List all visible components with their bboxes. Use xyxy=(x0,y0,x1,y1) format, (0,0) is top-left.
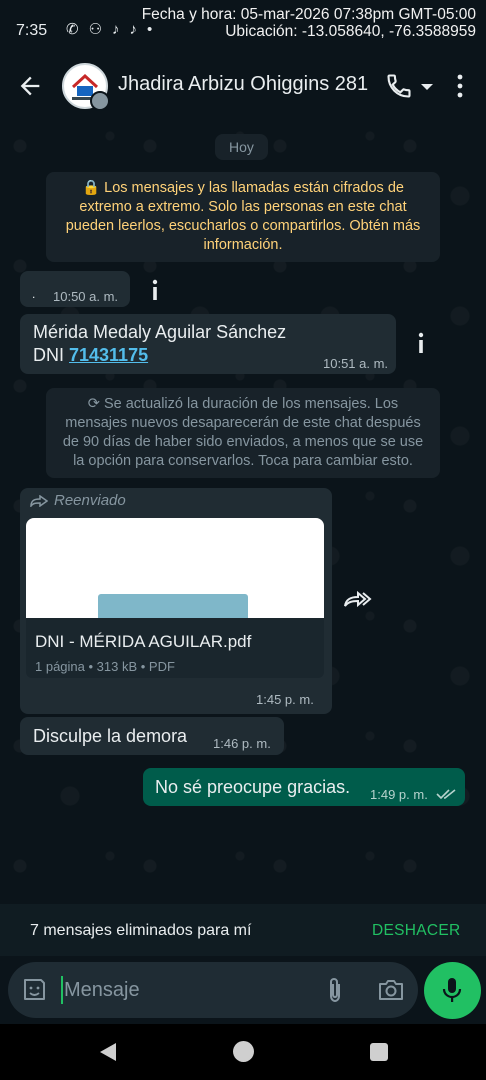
tiktok-icon: ♪ xyxy=(112,20,120,38)
message-text-dni: DNI 71431175 xyxy=(33,345,148,366)
document-info[interactable]: DNI - MÉRIDA AGUILAR.pdf 1 página • 313 … xyxy=(26,618,324,678)
message-time: 10:51 a. m. xyxy=(323,356,389,371)
stamp-location: Ubicación: -13.058640, -76.3588959 xyxy=(225,23,476,40)
nav-recents-icon[interactable] xyxy=(370,1043,388,1061)
disappearing-messages-notice[interactable]: ⟳ Se actualizó la duración de los mensaj… xyxy=(46,388,440,478)
tiktok-icon: ♪ xyxy=(129,20,138,38)
forward-icon[interactable] xyxy=(343,588,373,610)
day-divider: Hoy xyxy=(215,134,268,160)
nav-back-icon[interactable] xyxy=(98,1041,118,1063)
camera-icon[interactable] xyxy=(377,977,405,1003)
document-name: DNI - MÉRIDA AGUILAR.pdf xyxy=(35,632,252,651)
id-card-thumbnail xyxy=(98,594,248,618)
phone-number-link[interactable]: 71431175 xyxy=(69,345,148,365)
document-preview[interactable] xyxy=(26,518,324,618)
document-message[interactable]: Reenviado DNI - MÉRIDA AGUILAR.pdf 1 pág… xyxy=(20,488,332,714)
status-bar: 7:35 ✆ ⚇ ♪ ♪ • Fecha y hora: 05-mar-2026… xyxy=(0,0,486,58)
mic-icon xyxy=(442,978,462,1002)
timer-badge-icon xyxy=(90,91,110,111)
message-bubble[interactable]: Disculpe la demora 1:46 p. m. xyxy=(20,717,284,755)
chat-area[interactable]: Hoy 🔒 Los mensajes y las llamadas están … xyxy=(0,116,486,904)
status-time: 7:35 xyxy=(16,22,48,39)
kebab-icon[interactable] xyxy=(450,72,470,100)
mic-button[interactable] xyxy=(424,962,481,1019)
forwarded-icon xyxy=(30,494,48,507)
dni-prefix: DNI xyxy=(33,345,69,365)
stamp-date: Fecha y hora: 05-mar-2026 07:38pm GMT-05… xyxy=(141,6,476,23)
undo-button[interactable]: DESHACER xyxy=(372,922,461,940)
encryption-notice[interactable]: 🔒 Los mensajes y las llamadas están cifr… xyxy=(46,172,440,262)
paperclip-icon[interactable] xyxy=(324,976,346,1004)
message-time: 10:50 a. m. xyxy=(53,289,119,304)
timestamp-overlay: Fecha y hora: 05-mar-2026 07:38pm GMT-05… xyxy=(142,6,476,40)
message-text: No sé preocupe gracias. xyxy=(155,777,351,797)
message-text: . xyxy=(32,287,36,301)
sticker-icon[interactable] xyxy=(21,977,47,1003)
contact-name[interactable]: Jhadira Arbizu Ohiggins 281 xyxy=(118,73,368,96)
message-time: 1:49 p. m. xyxy=(370,787,428,802)
network-icon: ⚇ xyxy=(88,21,103,38)
info-icon[interactable] xyxy=(416,332,426,354)
message-input[interactable] xyxy=(64,976,304,1004)
message-bubble[interactable]: Mérida Medaly Aguilar Sánchez DNI 714311… xyxy=(20,314,396,374)
deleted-messages-snackbar: 7 mensajes eliminados para mí DESHACER xyxy=(0,904,486,956)
deleted-messages-text: 7 mensajes eliminados para mí xyxy=(30,922,252,939)
message-time: 1:46 p. m. xyxy=(213,736,271,751)
double-check-icon xyxy=(436,789,456,800)
document-meta: 1 página • 313 kB • PDF xyxy=(35,659,175,674)
chat-header: Jhadira Arbizu Ohiggins 281 xyxy=(0,58,486,116)
status-icons: ✆ ⚇ ♪ ♪ • xyxy=(66,20,152,39)
message-time: 1:45 p. m. xyxy=(256,692,314,707)
forwarded-label: Reenviado xyxy=(30,492,126,509)
forwarded-text: Reenviado xyxy=(54,492,126,509)
text-cursor xyxy=(61,976,63,1004)
caret-down-icon[interactable] xyxy=(420,82,434,92)
system-nav-bar xyxy=(0,1024,486,1080)
arrow-left-icon[interactable] xyxy=(16,72,44,100)
phone-icon[interactable] xyxy=(385,72,413,100)
outgoing-message-bubble[interactable]: No sé preocupe gracias. 1:49 p. m. xyxy=(143,768,465,806)
info-icon[interactable] xyxy=(150,279,160,301)
message-composer xyxy=(8,962,418,1018)
message-text: Disculpe la demora xyxy=(33,726,188,746)
message-bubble[interactable]: . 10:50 a. m. xyxy=(20,271,130,307)
message-text: Mérida Medaly Aguilar Sánchez xyxy=(33,322,287,342)
whatsapp-icon: ✆ xyxy=(66,21,79,38)
nav-home-icon[interactable] xyxy=(233,1041,254,1062)
